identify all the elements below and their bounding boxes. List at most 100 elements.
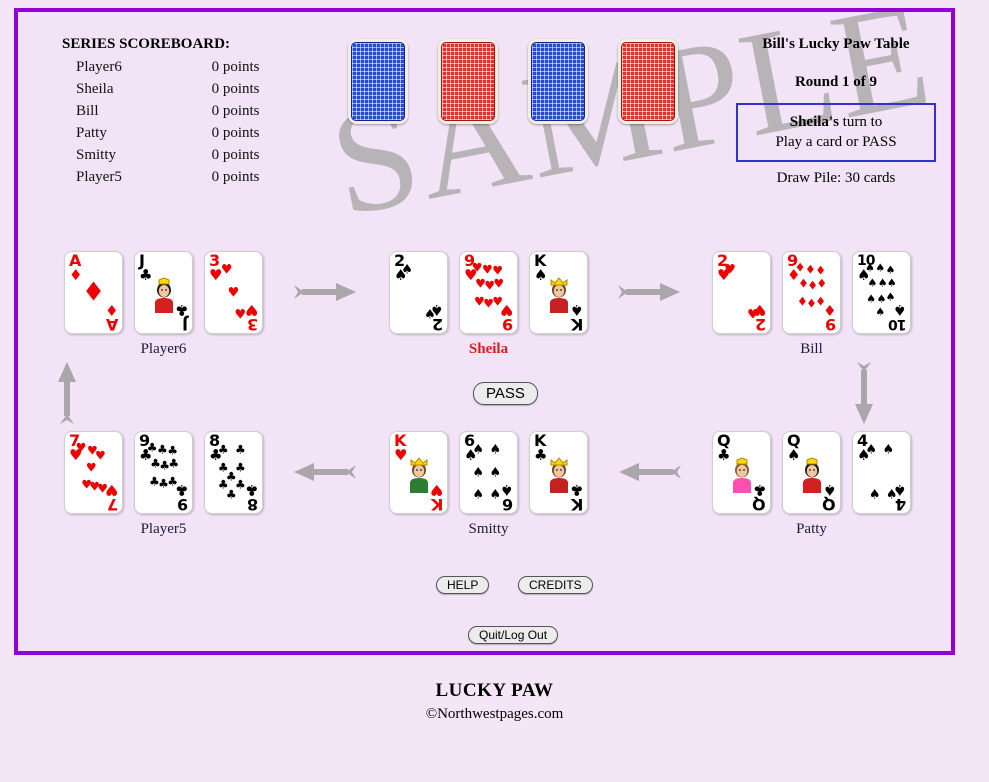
card-pip-field: ♠ ♠ ♠ ♠ ♠ ♠ ♠ ♠ ♠ ♠	[853, 252, 910, 333]
card-pip-field: ♠ ♠ ♠ ♠ ♠ ♠	[460, 432, 517, 513]
card-pip: ♥	[75, 440, 87, 455]
card-back-pattern	[441, 42, 495, 121]
playing-card[interactable]: K ♥ K ♥	[389, 431, 448, 514]
round-indicator: Round 1 of 9	[794, 74, 878, 90]
card-pip: ♠	[472, 465, 485, 480]
card-pip: ♠	[472, 442, 485, 458]
card-pip: ♦	[804, 262, 816, 277]
card-pip: ♦	[794, 260, 806, 275]
card-pip: ♠	[885, 487, 898, 503]
scoreboard-player-name: Player5	[76, 169, 122, 185]
card-pip-field: ♦ ♦ ♦ ♦ ♦ ♦ ♦ ♦ ♦	[783, 252, 840, 333]
card-pip-field: ♥ ♥ ♥	[205, 252, 262, 333]
playing-card[interactable]: A ♦ A ♦ ♦	[64, 251, 123, 334]
hand-cards: A ♦ A ♦ ♦ J ♣ J ♣ 3 ♥ 3 ♥ ♥ ♥ ♥	[64, 251, 264, 334]
card-pip: ♠	[489, 442, 502, 458]
credits-button[interactable]: CREDITS	[518, 576, 593, 594]
card-pip-field: ♠ ♠	[390, 252, 447, 333]
card-pip: ♥	[724, 262, 736, 278]
card-back-pattern	[351, 42, 405, 121]
card-pip: ♠	[868, 487, 881, 503]
playing-card[interactable]: 9 ♣ 9 ♣ ♣ ♣ ♣ ♣ ♣ ♣ ♣ ♣ ♣	[134, 431, 193, 514]
playing-card[interactable]: 9 ♦ 9 ♦ ♦ ♦ ♦ ♦ ♦ ♦ ♦ ♦ ♦	[782, 251, 841, 334]
playing-card[interactable]: 3 ♥ 3 ♥ ♥ ♥ ♥	[204, 251, 263, 334]
playing-card[interactable]: 6 ♠ 6 ♠ ♠ ♠ ♠ ♠ ♠ ♠	[459, 431, 518, 514]
scoreboard-row: Player5 0 points	[76, 166, 306, 188]
scoreboard-player-name: Player6	[76, 59, 122, 75]
playing-card[interactable]: 4 ♠ 4 ♠ ♠ ♠ ♠ ♠	[852, 431, 911, 514]
playing-card[interactable]: 9 ♥ 9 ♥ ♥ ♥ ♥ ♥ ♥ ♥ ♥ ♥ ♥	[459, 251, 518, 334]
scoreboard-player-score: 0 points	[211, 81, 260, 97]
card-pip: ♣	[146, 440, 158, 455]
card-pip: ♦	[816, 276, 828, 291]
card-pip: ♣	[168, 456, 180, 471]
card-pip: ♣	[167, 474, 178, 489]
playing-card[interactable]: K ♠ K ♠	[529, 251, 588, 334]
playing-card[interactable]: Q ♠ Q ♠	[782, 431, 841, 514]
card-pip: ♠	[424, 307, 436, 323]
player-name-label: Bill	[800, 341, 823, 357]
card-pip: ♠	[882, 442, 895, 458]
hand-cards: Q ♣ Q ♣ Q ♠ Q ♠ 4 ♠ 4 ♠ ♠ ♠ ♠ ♠	[712, 431, 912, 514]
card-pip: ♦	[81, 277, 106, 307]
card-pip: ♦	[815, 294, 826, 309]
playing-card[interactable]: 7 ♥ 7 ♥ ♥ ♥ ♥ ♥ ♥ ♥ ♥	[64, 431, 123, 514]
playing-card[interactable]: K ♣ K ♣	[529, 431, 588, 514]
card-pip: ♥	[492, 294, 503, 309]
card-pip: ♣	[167, 443, 178, 458]
card-pip: ♣	[234, 442, 246, 457]
scoreboard-player-name: Smitty	[76, 147, 117, 163]
card-pip: ♥	[471, 260, 483, 275]
scoreboard-row: Smitty 0 points	[76, 144, 306, 166]
turn-status-line1: Sheila's turn to	[742, 112, 930, 132]
arrow-sheila-to-bill	[618, 277, 680, 307]
card-back-pattern	[531, 42, 585, 121]
card-pip: ♥	[97, 481, 108, 496]
playing-card[interactable]: J ♣ J ♣	[134, 251, 193, 334]
card-pip: ♠	[886, 276, 897, 290]
playing-card[interactable]: 2 ♠ 2 ♠ ♠ ♠	[389, 251, 448, 334]
footer-title: LUCKY PAW	[435, 680, 554, 701]
card-back-red[interactable]	[618, 39, 678, 124]
card-pip-field: ♣ ♣ ♣ ♣ ♣ ♣ ♣ ♣ ♣	[135, 432, 192, 513]
card-pip: ♥	[492, 263, 503, 278]
hand-cards: 2 ♠ 2 ♠ ♠ ♠ 9 ♥ 9 ♥ ♥ ♥ ♥ ♥ ♥ ♥ ♥ ♥ ♥ K ♠ K ♠	[389, 251, 589, 334]
quit-logout-button[interactable]: Quit/Log Out	[468, 626, 559, 644]
table-info-panel: Bill's Lucky Paw Table Round 1 of 9 Shei…	[736, 36, 936, 187]
playing-card[interactable]: 8 ♣ 8 ♣ ♣ ♣ ♣ ♣ ♣ ♣ ♣ ♣	[204, 431, 263, 514]
card-pip-field: ♥ ♥ ♥ ♥ ♥ ♥ ♥	[65, 432, 122, 513]
series-scoreboard: SERIES SCOREBOARD: Player6 0 points Sheila…	[62, 36, 312, 188]
card-pip: ♠	[867, 276, 878, 290]
pass-button[interactable]: PASS	[473, 382, 538, 405]
playing-card[interactable]: Q ♣ Q ♣	[712, 431, 771, 514]
card-pip-field: ♥ ♥	[713, 252, 770, 333]
card-back-blue[interactable]	[348, 39, 408, 124]
player-name-label: Sheila	[468, 341, 509, 357]
player-hand-bill: 2 ♥ 2 ♥ ♥ ♥ 9 ♦ 9 ♦ ♦ ♦ ♦ ♦ ♦ ♦ ♦ ♦ ♦ 10 ♠ 10 ♠ ♠ ♠ ♠ ♠ ♠ ♠ ♠ ♠ ♠ ♠ Bill	[712, 251, 912, 358]
card-pip: ♣	[225, 469, 237, 484]
turn-status-line2: Play a card or PASS	[775, 134, 897, 150]
turn-suffix: turn to	[838, 114, 883, 130]
footer-copyright: ©Northwestpages.com	[425, 706, 564, 722]
scoreboard-title: SERIES SCOREBOARD:	[62, 36, 230, 52]
card-pip: ♠	[472, 487, 485, 503]
arrow-patty-to-smitty	[619, 457, 681, 487]
playing-card[interactable]: 2 ♥ 2 ♥ ♥ ♥	[712, 251, 771, 334]
court-figure-icon	[404, 453, 434, 493]
card-pip-field: ♦	[65, 252, 122, 333]
draw-pile-count: Draw Pile: 30 cards	[776, 170, 896, 186]
court-figure-icon	[544, 273, 574, 313]
scoreboard-player-name: Sheila	[76, 81, 114, 97]
arrow-smitty-to-player5	[294, 457, 356, 487]
help-button[interactable]: HELP	[436, 576, 490, 594]
hand-cards: 2 ♥ 2 ♥ ♥ ♥ 9 ♦ 9 ♦ ♦ ♦ ♦ ♦ ♦ ♦ ♦ ♦ ♦ 10 ♠ 10 ♠ ♠ ♠ ♠ ♠ ♠ ♠ ♠ ♠ ♠ ♠	[712, 251, 912, 334]
turn-status-box: Sheila's turn to Play a card or PASS	[736, 103, 936, 162]
card-back-red[interactable]	[438, 39, 498, 124]
playing-card[interactable]: 10 ♠ 10 ♠ ♠ ♠ ♠ ♠ ♠ ♠ ♠ ♠ ♠ ♠	[852, 251, 911, 334]
scoreboard-player-score: 0 points	[211, 169, 260, 185]
card-pip: ♦	[815, 263, 826, 278]
card-back-blue[interactable]	[528, 39, 588, 124]
scoreboard-player-name: Patty	[76, 125, 107, 141]
card-pip: ♥	[85, 460, 97, 475]
player-hand-player6: A ♦ A ♦ ♦ J ♣ J ♣ 3 ♥ 3 ♥ ♥ ♥ ♥ Player6	[64, 251, 264, 358]
